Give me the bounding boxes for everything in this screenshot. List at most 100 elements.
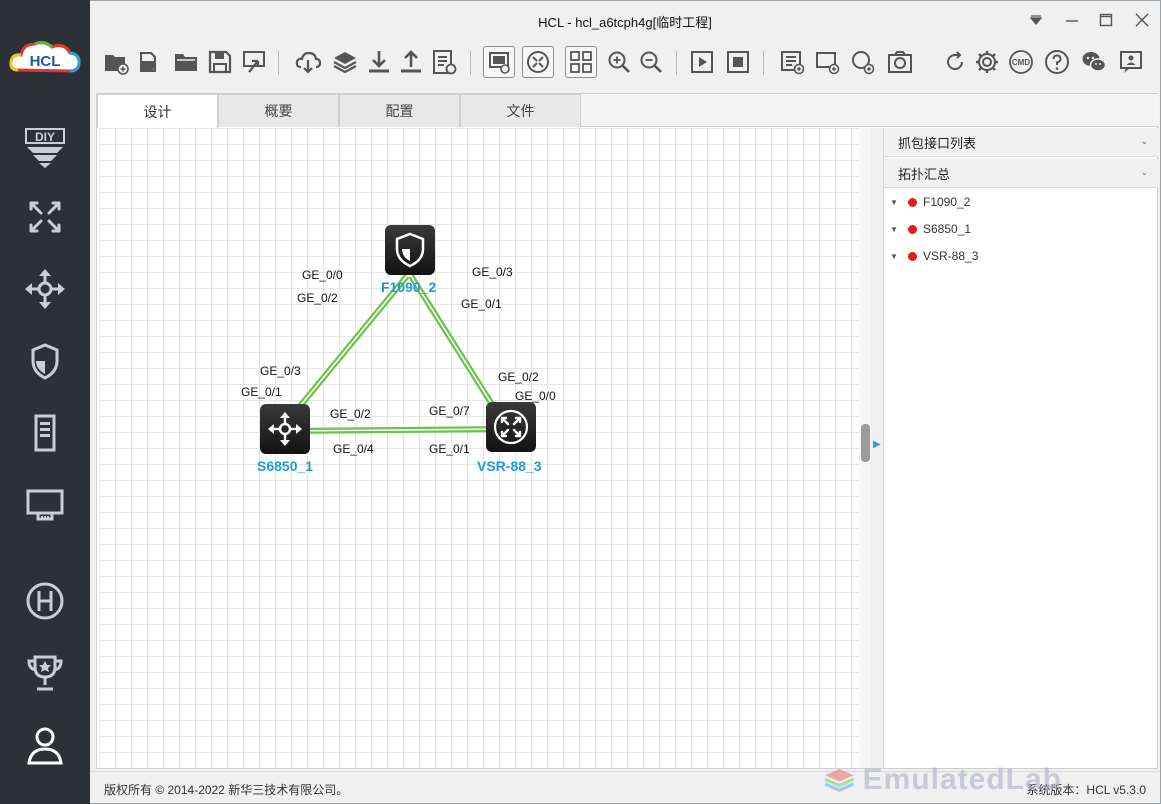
help-icon[interactable] (1042, 47, 1072, 77)
firewall-node-icon[interactable] (385, 225, 435, 275)
watermark-layers-icon (824, 768, 855, 792)
logo-text: HCL (30, 53, 61, 70)
port-label: GE_0/4 (333, 442, 374, 456)
save-icon[interactable] (205, 47, 235, 77)
node-label[interactable]: S6850_1 (257, 458, 313, 474)
svg-text:CMD: CMD (1012, 58, 1030, 67)
status-dot-icon (908, 251, 917, 261)
collapse-icon[interactable]: ⌄ (1140, 167, 1148, 178)
expand-arrow-icon[interactable]: ▼ (890, 225, 906, 234)
notes-icon[interactable] (429, 47, 459, 77)
device-name: VSR-88_3 (923, 249, 979, 263)
right-panel: 抓包接口列表 ⌄ 拓扑汇总 ⌄ ▼ F1090_2 ▼ S6850_1 ▼ VS… (883, 128, 1158, 768)
grid-view-icon[interactable] (565, 46, 597, 78)
capture-interface-title: 抓包接口列表 (898, 135, 977, 151)
main-window: HCL - hcl_a6tcph4g[临时工程] CMD 设计 概要 配置 文件… (90, 0, 1161, 804)
add-ellipse-icon[interactable] (847, 47, 877, 77)
snapshot-icon[interactable] (885, 47, 915, 77)
maximize-icon[interactable] (1094, 9, 1118, 31)
port-label: GE_0/0 (302, 268, 343, 282)
close-icon[interactable] (1130, 9, 1154, 31)
status-dot-icon (908, 224, 917, 234)
tree-item-vsr[interactable]: ▼ VSR-88_3 (890, 245, 978, 267)
hcl-logo: HCL (8, 36, 82, 80)
open-folder-icon[interactable] (171, 47, 201, 77)
toolbar: CMD (90, 39, 1160, 87)
svg-text:DIY: DIY (35, 130, 55, 144)
tree-item-f1090[interactable]: ▼ F1090_2 (890, 191, 970, 213)
tab-design[interactable]: 设计 (97, 94, 218, 128)
server-icon[interactable] (20, 408, 70, 458)
diy-icon[interactable]: DIY (20, 122, 70, 172)
cmd-icon[interactable]: CMD (1006, 47, 1036, 77)
tab-overview[interactable]: 概要 (218, 94, 339, 127)
capture-interface-header[interactable]: 抓包接口列表 ⌄ (884, 128, 1158, 157)
host-icon[interactable] (20, 480, 70, 530)
console-all-icon[interactable] (777, 47, 807, 77)
network-view-icon[interactable] (522, 46, 554, 78)
new-project-icon[interactable] (101, 47, 131, 77)
port-label: GE_0/1 (429, 442, 470, 456)
screen-view-icon[interactable] (483, 46, 515, 78)
zoom-out-icon[interactable] (636, 47, 666, 77)
wechat-icon[interactable] (1079, 47, 1109, 77)
feedback-icon[interactable] (1116, 47, 1146, 77)
port-label: GE_0/1 (461, 297, 502, 311)
toolbar-separator (278, 51, 279, 75)
collapse-icon[interactable]: ⌄ (1140, 136, 1148, 147)
start-icon[interactable] (687, 47, 717, 77)
zoom-in-icon[interactable] (604, 47, 634, 77)
expand-arrow-icon[interactable]: ▼ (890, 198, 906, 207)
port-label: GE_0/2 (330, 407, 371, 421)
router-node-icon[interactable] (486, 402, 536, 452)
port-label: GE_0/1 (241, 385, 282, 399)
tab-bar: 设计 概要 配置 文件 (97, 94, 1159, 128)
title-bar: HCL - hcl_a6tcph4g[临时工程] (90, 1, 1160, 39)
device-name: F1090_2 (923, 195, 971, 209)
topology-summary-title: 拓扑汇总 (898, 166, 951, 182)
upload-icon[interactable] (396, 47, 426, 77)
topology-canvas[interactable]: GE_0/0 GE_0/2 GE_0/3 GE_0/1 GE_0/3 GE_0/… (99, 128, 859, 768)
node-label[interactable]: VSR-88_3 (477, 458, 542, 474)
switch-icon[interactable] (20, 264, 70, 314)
tree-item-s6850[interactable]: ▼ S6850_1 (890, 218, 971, 240)
switch-node-icon[interactable] (260, 404, 310, 454)
status-dot-icon (908, 197, 917, 207)
dropdown-menu-icon[interactable] (1024, 9, 1048, 31)
firewall-icon[interactable] (20, 336, 70, 386)
copyright-text: 版权所有 © 2014-2022 新华三技术有限公司。 (104, 783, 349, 797)
add-rect-icon[interactable] (812, 47, 842, 77)
node-label[interactable]: F1090_2 (381, 279, 436, 295)
port-label: GE_0/3 (472, 265, 513, 279)
trophy-icon[interactable] (20, 648, 70, 698)
cloud-icon[interactable] (293, 47, 323, 77)
toolbar-separator (763, 51, 764, 75)
user-icon[interactable] (20, 720, 70, 770)
minimize-icon[interactable] (1060, 9, 1084, 31)
port-label: GE_0/0 (515, 389, 556, 403)
port-label: GE_0/3 (260, 364, 301, 378)
open-project-icon[interactable] (135, 47, 165, 77)
export-icon[interactable] (239, 47, 269, 77)
download-icon[interactable] (364, 47, 394, 77)
topology-summary-header[interactable]: 拓扑汇总 ⌄ (884, 159, 1158, 188)
settings-icon[interactable] (972, 47, 1002, 77)
tab-config[interactable]: 配置 (339, 94, 460, 127)
link-s6850-vsr[interactable] (283, 426, 510, 434)
left-sidebar: HCL DIY (0, 0, 90, 804)
watermark-logo: EmulatedLab (822, 760, 1062, 800)
toolbar-separator (676, 51, 677, 75)
stop-icon[interactable] (723, 47, 753, 77)
h3c-icon[interactable] (20, 576, 70, 626)
expand-arrow-icon[interactable]: ▼ (890, 252, 906, 261)
vertical-scrollbar-thumb[interactable] (861, 424, 870, 462)
expand-arrow-icon[interactable]: ▶ (873, 439, 881, 450)
tab-files[interactable]: 文件 (460, 94, 581, 127)
port-label: GE_0/2 (498, 370, 539, 384)
topology-links (279, 274, 510, 434)
refresh-icon[interactable] (940, 47, 970, 77)
vertical-scrollbar[interactable] (859, 128, 871, 768)
toolbar-separator (470, 51, 471, 75)
router-icon[interactable] (20, 192, 70, 242)
layers-icon[interactable] (330, 47, 360, 77)
